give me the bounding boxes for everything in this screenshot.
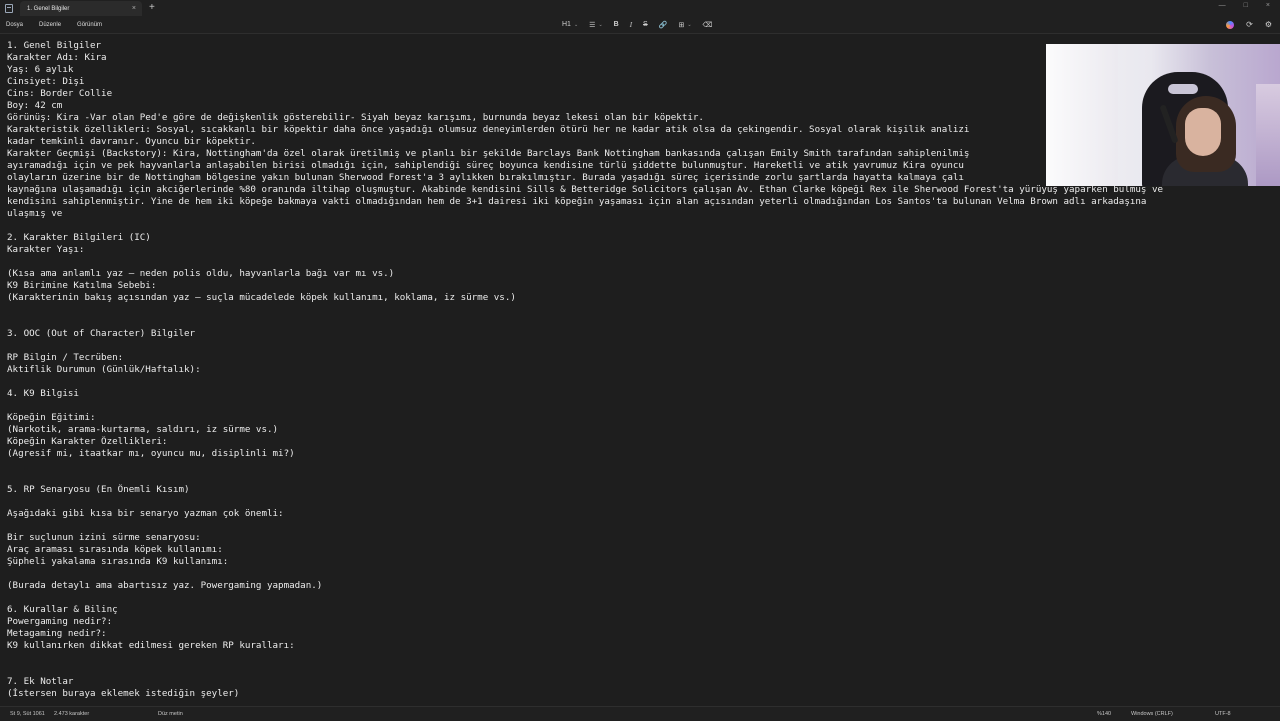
document-line: 5. RP Senaryosu (En Önemli Kısım) [7, 484, 190, 495]
copilot-icon[interactable] [1226, 20, 1235, 29]
document-line: Araç araması sırasında köpek kullanımı: [7, 544, 223, 555]
menu-edit[interactable]: Düzenle [39, 22, 61, 28]
format-toolbar: H1 ⌄ ☰ ⌄ B I S 🔗 ⊞ ⌄ ⌫ [562, 16, 712, 33]
document-line: 2. Karakter Bilgileri (IC) [7, 232, 151, 243]
link-icon[interactable]: 🔗 [659, 21, 668, 29]
webcam-background-guitar [1256, 84, 1280, 186]
document-line: (Burada detaylı ama abartısız yaz. Power… [7, 580, 323, 591]
chevron-down-icon: ⌄ [687, 21, 692, 28]
heading-dropdown[interactable]: H1 [562, 21, 571, 28]
notepad-app-icon [5, 3, 13, 13]
cursor-position: St 9, Süt 1061 [10, 711, 45, 717]
close-window-icon[interactable]: × [1266, 2, 1270, 9]
document-line: Şüpheli yakalama sırasında K9 kullanımı: [7, 556, 229, 567]
document-line: K9 kullanırken dikkat edilmesi gereken R… [7, 640, 295, 651]
menu-file[interactable]: Dosya [6, 22, 23, 28]
document-line: Aşağıdaki gibi kısa bir senaryo yazman ç… [7, 508, 284, 519]
settings-gear-icon[interactable]: ⚙ [1265, 20, 1272, 29]
document-line: (Kısa ama anlamlı yaz — neden polis oldu… [7, 268, 395, 279]
close-tab-icon[interactable]: × [132, 5, 136, 12]
document-line: Aktiflik Durumun (Günlük/Haftalık): [7, 364, 201, 375]
document-line: Bir suçlunun izini sürme senaryosu: [7, 532, 201, 543]
title-bar: 1. Genel Bilgiler × + — □ × [0, 0, 1280, 16]
sync-icon[interactable]: ⟳ [1246, 20, 1253, 29]
maximize-icon[interactable]: □ [1244, 2, 1248, 9]
encoding[interactable]: UTF-8 [1215, 711, 1231, 717]
document-line: 4. K9 Bilgisi [7, 388, 79, 399]
webcam-overlay [1046, 44, 1280, 186]
document-line: RP Bilgin / Tecrüben: [7, 352, 124, 363]
document-line: (İstersen buraya eklemek istediğin şeyle… [7, 688, 240, 699]
tab-title: 1. Genel Bilgiler [27, 5, 70, 12]
new-tab-button[interactable]: + [149, 2, 155, 13]
document-line: 3. OOC (Out of Character) Bilgiler [7, 328, 196, 339]
document-line: kendisini sahiplenmiştir. Yine de hem ik… [7, 196, 1147, 207]
table-icon[interactable]: ⊞ [678, 21, 684, 29]
document-line: Powergaming nedir?: [7, 616, 113, 627]
menu-view[interactable]: Görünüm [77, 22, 102, 28]
minimize-icon[interactable]: — [1219, 2, 1226, 9]
zoom-level[interactable]: %140 [1097, 711, 1111, 717]
chevron-down-icon: ⌄ [598, 21, 603, 28]
document-line: (Agresif mi, itaatkar mı, oyuncu mu, dis… [7, 448, 295, 459]
webcam-chair-logo [1168, 84, 1198, 94]
document-line: Metagaming nedir?: [7, 628, 107, 639]
document-tab[interactable]: 1. Genel Bilgiler × [20, 1, 142, 16]
character-count: 2.473 karakter [54, 711, 90, 717]
document-line: (Karakterinin bakış açısından yaz — suçl… [7, 292, 516, 303]
list-icon[interactable]: ☰ [589, 21, 595, 29]
window-controls: — □ × [1219, 2, 1270, 9]
document-line: K9 Birimine Katılma Sebebi: [7, 280, 157, 291]
text-format[interactable]: Düz metin [158, 711, 183, 717]
document-line: ulaşmış ve [7, 208, 63, 219]
webcam-person-face [1185, 108, 1221, 156]
bold-button[interactable]: B [614, 21, 619, 28]
document-line: (Narkotik, arama-kurtarma, saldırı, iz s… [7, 424, 279, 435]
document-line: Köpeğin Karakter Özellikleri: [7, 436, 168, 447]
document-line: 6. Kurallar & Bilinç [7, 604, 118, 615]
strikethrough-button[interactable]: S [643, 21, 648, 28]
chevron-down-icon: ⌄ [573, 21, 579, 28]
status-bar: St 9, Süt 1061 2.473 karakter Düz metin … [0, 706, 1280, 721]
document-line: Karakter Yaşı: [7, 244, 85, 255]
document-line: Köpeğin Eğitimi: [7, 412, 96, 423]
clear-formatting-icon[interactable]: ⌫ [703, 21, 713, 29]
document-line: 7. Ek Notlar [7, 676, 74, 687]
right-tools: ⟳ ⚙ [1226, 16, 1272, 33]
line-ending[interactable]: Windows (CRLF) [1131, 711, 1173, 717]
webcam-background [1046, 44, 1118, 186]
italic-button[interactable]: I [630, 21, 632, 29]
